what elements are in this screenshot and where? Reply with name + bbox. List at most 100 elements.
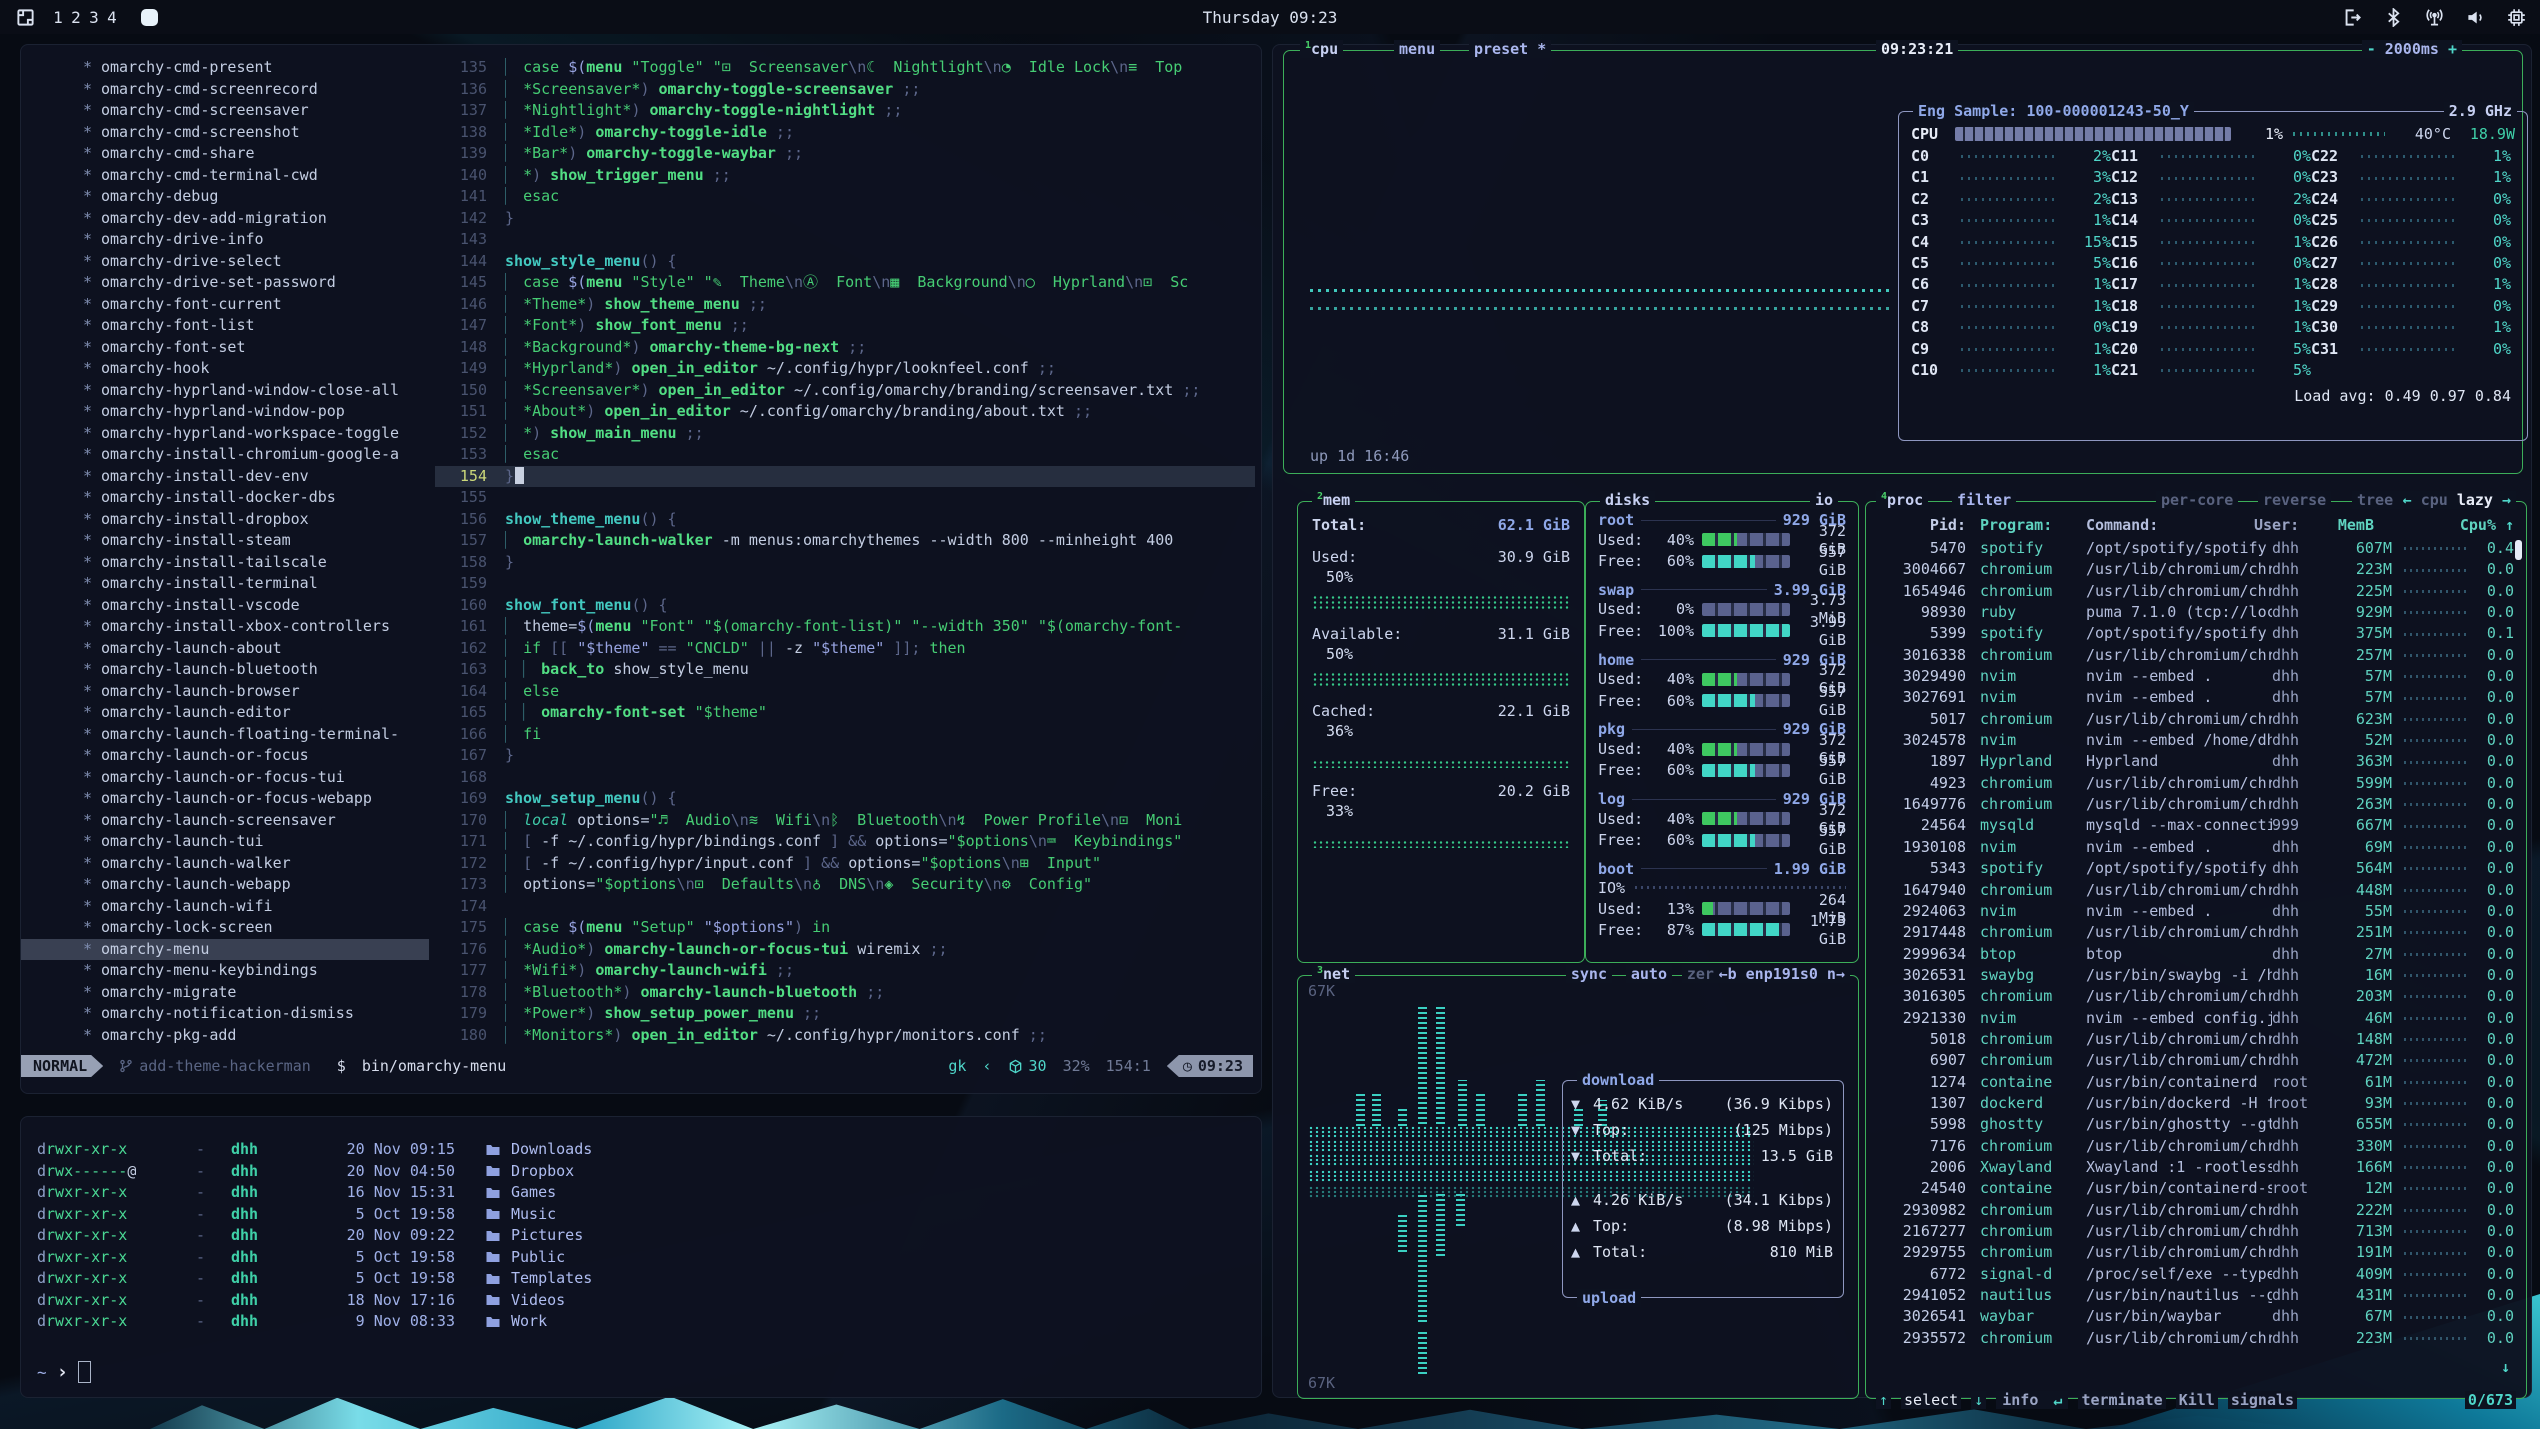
process-row[interactable]: 1274 containe /usr/bin/containerd root 6… bbox=[1874, 1072, 2514, 1093]
code-line[interactable]: 170▏ local options="♬ Audio\n≋ Wifi\nᛒ B… bbox=[435, 810, 1255, 832]
file-list-item[interactable]: *omarchy-font-set bbox=[21, 337, 429, 359]
per-core-toggle[interactable]: per-core bbox=[2156, 491, 2238, 509]
code-line[interactable]: 147▏ *Font*) show_font_menu ;; bbox=[435, 315, 1255, 337]
code-line[interactable]: 167} bbox=[435, 745, 1255, 767]
code-line[interactable]: 137▏ *Nightlight*) omarchy-toggle-nightl… bbox=[435, 100, 1255, 122]
workspace-button[interactable]: 4 bbox=[103, 8, 121, 27]
process-row[interactable]: 2929755 chromium /usr/lib/chromium/chrom… bbox=[1874, 1242, 2514, 1263]
kill-button[interactable]: Kill bbox=[2176, 1391, 2218, 1409]
code-line[interactable]: 153▏ esac bbox=[435, 444, 1255, 466]
code-line[interactable]: 148▏ *Background*) omarchy-theme-bg-next… bbox=[435, 337, 1255, 359]
code-line[interactable]: 161▏ theme=$(menu "Font" "$(omarchy-font… bbox=[435, 616, 1255, 638]
net-box-title[interactable]: 3net bbox=[1312, 965, 1355, 983]
file-list-item[interactable]: *omarchy-launch-webapp bbox=[21, 874, 429, 896]
select-button[interactable]: select bbox=[1901, 1391, 1961, 1409]
file-list-item[interactable]: *omarchy-migrate bbox=[21, 982, 429, 1004]
file-list-item[interactable]: *omarchy-install-dev-env bbox=[21, 466, 429, 488]
code-line[interactable]: 175▏ case $(menu "Setup" "$options") in bbox=[435, 917, 1255, 939]
file-list-item[interactable]: *omarchy-launch-bluetooth bbox=[21, 659, 429, 681]
code-line[interactable]: 150▏ *Screensaver*) open_in_editor ~/.co… bbox=[435, 380, 1255, 402]
shell-prompt[interactable]: ~ › bbox=[37, 1361, 91, 1383]
file-list-item[interactable]: *omarchy-install-dropbox bbox=[21, 509, 429, 531]
code-line[interactable]: 158} bbox=[435, 552, 1255, 574]
code-line[interactable]: 154} bbox=[435, 466, 1255, 488]
process-row[interactable]: 5343 spotify /opt/spotify/spotify dhh 56… bbox=[1874, 858, 2514, 879]
file-list-item[interactable]: *omarchy-hook bbox=[21, 358, 429, 380]
file-list-item[interactable]: *omarchy-launch-about bbox=[21, 638, 429, 660]
header-pid[interactable]: Pid: bbox=[1874, 514, 1966, 536]
header-cpu[interactable]: Cpu% bbox=[2456, 514, 2496, 536]
reverse-toggle[interactable]: reverse bbox=[2258, 491, 2331, 509]
file-list-item[interactable]: *omarchy-hyprland-workspace-toggle bbox=[21, 423, 429, 445]
code-line[interactable]: 157▏ omarchy-launch-walker -m menus:omar… bbox=[435, 530, 1255, 552]
code-line[interactable]: 136▏ *Screensaver*) omarchy-toggle-scree… bbox=[435, 79, 1255, 101]
code-line[interactable]: 149▏ *Hyprland*) open_in_editor ~/.confi… bbox=[435, 358, 1255, 380]
file-list-item[interactable]: *omarchy-install-vscode bbox=[21, 595, 429, 617]
code-line[interactable]: 169show_setup_menu() { bbox=[435, 788, 1255, 810]
network-icon[interactable] bbox=[2425, 8, 2444, 27]
disks-box-title[interactable]: disks bbox=[1600, 491, 1655, 509]
file-list-item[interactable]: *omarchy-launch-walker bbox=[21, 853, 429, 875]
file-list-item[interactable]: *omarchy-install-chromium-google-a bbox=[21, 444, 429, 466]
file-list-item[interactable]: *omarchy-install-docker-dbs bbox=[21, 487, 429, 509]
code-line[interactable]: 143 bbox=[435, 229, 1255, 251]
file-list-item[interactable]: *omarchy-launch-tui bbox=[21, 831, 429, 853]
process-row[interactable]: 6772 signal-d /proc/self/exe --type=r dh… bbox=[1874, 1264, 2514, 1285]
active-app-indicator[interactable] bbox=[141, 9, 158, 26]
mem-box-title[interactable]: 2mem bbox=[1312, 491, 1355, 509]
code-line[interactable]: 172▏ [ -f ~/.config/hypr/input.conf ] &&… bbox=[435, 853, 1255, 875]
signals-button[interactable]: signals bbox=[2228, 1391, 2297, 1409]
process-row[interactable]: 5998 ghostty /usr/bin/ghostty --gtk- dhh… bbox=[1874, 1114, 2514, 1135]
code-line[interactable]: 152▏ *) show_main_menu ;; bbox=[435, 423, 1255, 445]
code-line[interactable]: 146▏ *Theme*) show_theme_menu ;; bbox=[435, 294, 1255, 316]
file-list-item[interactable]: *omarchy-install-tailscale bbox=[21, 552, 429, 574]
file-list-item[interactable]: *omarchy-launch-or-focus-webapp bbox=[21, 788, 429, 810]
workspace-overview-icon[interactable] bbox=[16, 8, 35, 27]
file-list-item[interactable]: *omarchy-dev-add-migration bbox=[21, 208, 429, 230]
code-line[interactable]: 178▏ *Bluetooth*) omarchy-launch-bluetoo… bbox=[435, 982, 1255, 1004]
code-line[interactable]: 173▏ options="$options\n⊡ Defaults\n♁ DN… bbox=[435, 874, 1255, 896]
workspace-button[interactable]: 3 bbox=[85, 8, 103, 27]
code-line[interactable]: 141▏ esac bbox=[435, 186, 1255, 208]
filter-button[interactable]: filter bbox=[1952, 491, 2016, 509]
code-line[interactable]: 151▏ *About*) open_in_editor ~/.config/o… bbox=[435, 401, 1255, 423]
header-user[interactable]: User: bbox=[2254, 514, 2314, 536]
file-list-item[interactable]: *omarchy-install-steam bbox=[21, 530, 429, 552]
code-line[interactable]: 177▏ *Wifi*) omarchy-launch-wifi ;; bbox=[435, 960, 1255, 982]
process-row[interactable]: 5470 spotify /opt/spotify/spotify -- dhh… bbox=[1874, 538, 2514, 559]
process-row[interactable]: 2930982 chromium /usr/lib/chromium/chrom… bbox=[1874, 1200, 2514, 1221]
file-list-item[interactable]: *omarchy-hyprland-window-pop bbox=[21, 401, 429, 423]
file-list-item[interactable]: *omarchy-cmd-screenshot bbox=[21, 122, 429, 144]
code-line[interactable]: 142} bbox=[435, 208, 1255, 230]
file-list-item[interactable]: *omarchy-launch-wifi bbox=[21, 896, 429, 918]
file-list-item[interactable]: *omarchy-install-terminal bbox=[21, 573, 429, 595]
code-line[interactable]: 163▏ ▏ back_to show_style_menu bbox=[435, 659, 1255, 681]
code-line[interactable]: 174 bbox=[435, 896, 1255, 918]
interval-control[interactable]: - 2000ms + bbox=[2362, 40, 2462, 58]
file-list-item[interactable]: *omarchy-notification-dismiss bbox=[21, 1003, 429, 1025]
code-line[interactable]: 171▏ [ -f ~/.config/hypr/bindings.conf ]… bbox=[435, 831, 1255, 853]
process-scrollbar[interactable] bbox=[2515, 540, 2522, 560]
process-row[interactable]: 2921330 nvim nvim --embed config.jso dhh… bbox=[1874, 1008, 2514, 1029]
io-toggle[interactable]: io bbox=[1810, 491, 1838, 509]
logout-icon[interactable] bbox=[2343, 8, 2362, 27]
header-program[interactable]: Program: bbox=[1966, 514, 2086, 536]
process-row[interactable]: 24540 containe /usr/bin/containerd-shi r… bbox=[1874, 1178, 2514, 1199]
process-row[interactable]: 7176 chromium /usr/lib/chromium/chrom dh… bbox=[1874, 1136, 2514, 1157]
process-row[interactable]: 1897 Hyprland Hyprland dhh 363M 0.0 bbox=[1874, 751, 2514, 772]
file-list-item[interactable]: *omarchy-cmd-screensaver bbox=[21, 100, 429, 122]
code-line[interactable]: 166▏ fi bbox=[435, 724, 1255, 746]
code-line[interactable]: 144show_style_menu() { bbox=[435, 251, 1255, 273]
code-line[interactable]: 145▏ case $(menu "Style" "✎ Theme\nⒶ Fon… bbox=[435, 272, 1255, 294]
header-command[interactable]: Command: bbox=[2086, 514, 2254, 536]
process-row[interactable]: 1654946 chromium /usr/lib/chromium/chrom… bbox=[1874, 581, 2514, 602]
file-list-item[interactable]: *omarchy-drive-info bbox=[21, 229, 429, 251]
sort-selector[interactable]: ← cpu lazy → bbox=[2398, 491, 2516, 509]
file-list-item[interactable]: *omarchy-drive-set-password bbox=[21, 272, 429, 294]
process-row[interactable]: 3004667 chromium /usr/lib/chromium/chrom… bbox=[1874, 559, 2514, 580]
code-line[interactable]: 155 bbox=[435, 487, 1255, 509]
process-row[interactable]: 4923 chromium /usr/lib/chromium/chrom dh… bbox=[1874, 773, 2514, 794]
process-row[interactable]: 3026531 swaybg /usr/bin/swaybg -i /hom d… bbox=[1874, 965, 2514, 986]
file-list-item[interactable]: *omarchy-install-xbox-controllers bbox=[21, 616, 429, 638]
process-row[interactable]: 3016338 chromium /usr/lib/chromium/chrom… bbox=[1874, 645, 2514, 666]
